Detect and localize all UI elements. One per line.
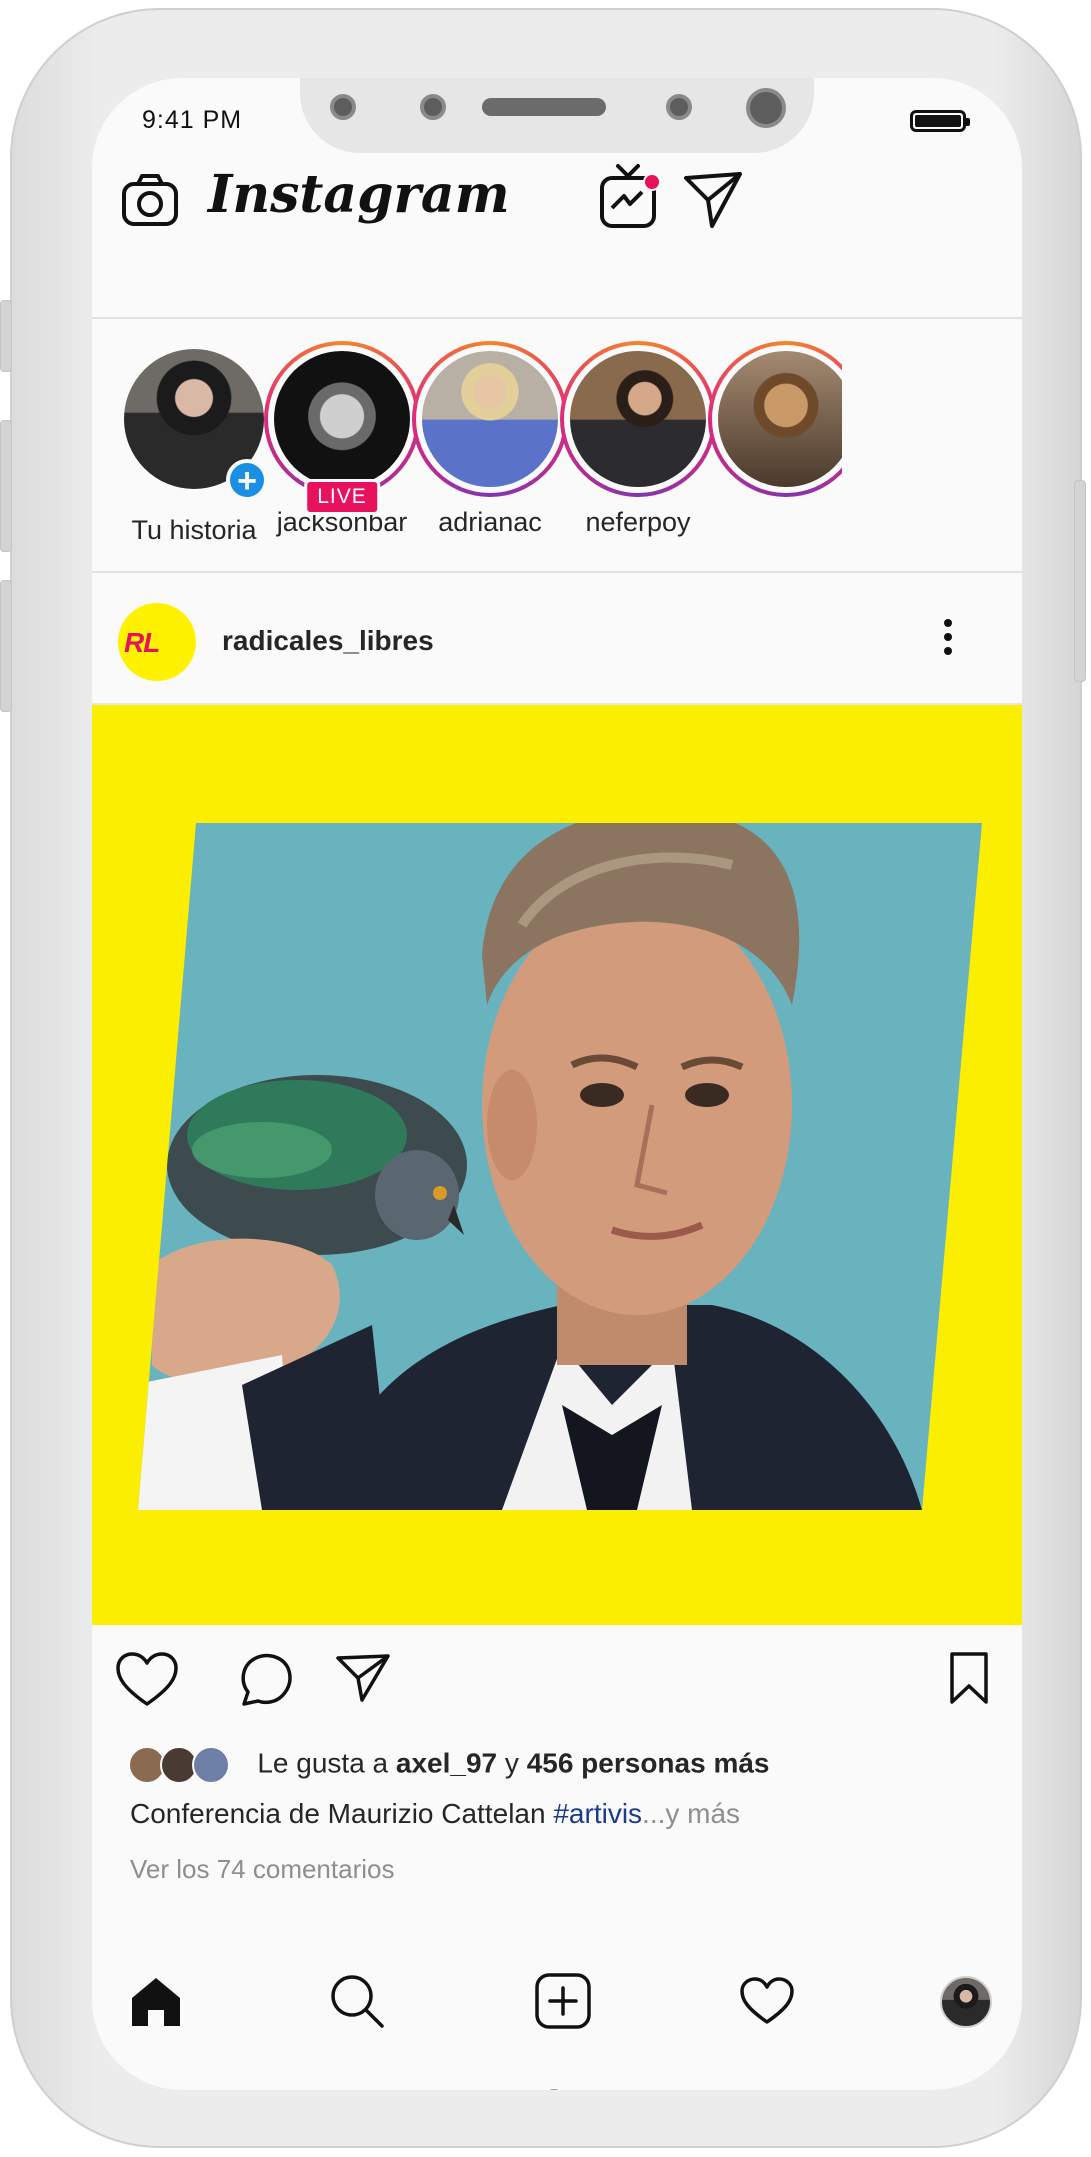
screen: 9:41 PM Instagram + Tu historia LIVE jac… <box>92 78 1022 2090</box>
profile-avatar[interactable] <box>940 1976 992 2028</box>
avatar <box>570 351 706 487</box>
story-ring <box>560 341 716 497</box>
likes-count[interactable]: 456 personas más <box>527 1747 770 1778</box>
share-icon[interactable] <box>334 1652 392 1704</box>
search-icon[interactable] <box>328 1972 386 2030</box>
activity-heart-icon[interactable] <box>738 1976 796 2026</box>
power-button <box>1074 480 1086 682</box>
like-heart-icon[interactable] <box>114 1650 180 1708</box>
home-circle-icon[interactable] <box>532 2088 576 2090</box>
story-username: Tu historia <box>131 515 257 545</box>
story-ring <box>708 341 842 497</box>
speaker-grille <box>482 98 606 116</box>
caption-hashtag[interactable]: #artivis <box>553 1798 642 1829</box>
post-actions <box>92 1625 1022 1815</box>
caption-more-link[interactable]: ...y más <box>642 1798 740 1829</box>
post-avatar[interactable]: RL <box>118 603 196 681</box>
avatar <box>422 351 558 487</box>
sensor-dot <box>330 94 356 120</box>
story-ring <box>412 341 568 497</box>
story-jacksonbar[interactable]: LIVE jacksonbar <box>258 341 426 538</box>
status-time: 9:41 PM <box>142 106 243 134</box>
likes-prefix: Le gusta a <box>257 1747 389 1779</box>
bookmark-icon[interactable] <box>946 1650 992 1706</box>
system-nav-bar <box>92 2063 1022 2090</box>
paper-plane-icon[interactable] <box>682 168 744 230</box>
volume-up-button <box>0 420 12 552</box>
post-caption: Conferencia de Maurizio Cattelan #artivi… <box>130 1798 740 1830</box>
new-post-icon[interactable] <box>534 1972 592 2030</box>
notch <box>300 78 814 153</box>
caption-text: Conferencia de Maurizio Cattelan <box>130 1798 546 1829</box>
story-ring: LIVE <box>264 341 420 515</box>
post-header: RL radicales_libres <box>92 573 1022 705</box>
live-badge: LIVE <box>304 479 380 515</box>
story-own[interactable]: + Tu historia <box>110 341 278 546</box>
camera-icon[interactable] <box>120 170 180 230</box>
avatar-logo-text: RL <box>124 627 160 658</box>
back-icon[interactable] <box>748 2088 788 2090</box>
story-username: adrianac <box>438 507 542 537</box>
post-photo <box>138 823 982 1510</box>
story-ring: + <box>116 349 272 505</box>
battery-icon <box>910 110 970 132</box>
comment-icon[interactable] <box>236 1650 294 1708</box>
instagram-wordmark: Instagram <box>208 164 510 225</box>
igtv-icon[interactable] <box>598 160 662 230</box>
more-options-icon[interactable] <box>942 617 954 657</box>
story-adrianac[interactable]: adrianac <box>406 341 574 538</box>
post-username[interactable]: radicales_libres <box>222 625 434 657</box>
stories-tray: + Tu historia LIVE jacksonbar adrianac n… <box>92 319 1022 573</box>
likes-connector: y <box>504 1747 519 1779</box>
mute-switch <box>0 300 12 372</box>
front-camera <box>746 88 786 128</box>
volume-down-button <box>0 580 12 712</box>
view-comments-link[interactable]: Ver los 74 comentarios <box>130 1854 394 1885</box>
avatar <box>274 351 410 487</box>
sensor-dot <box>666 94 692 120</box>
post-image[interactable] <box>92 705 1022 1625</box>
story-neferpoy[interactable]: neferpoy <box>554 341 722 538</box>
home-icon[interactable] <box>128 1976 184 2028</box>
story-next[interactable] <box>702 341 842 497</box>
likes-summary[interactable]: Le gusta a axel_97 y 456 personas más <box>128 1746 770 1784</box>
sensor-dot <box>420 94 446 120</box>
avatar <box>718 351 842 487</box>
story-username: neferpoy <box>585 507 691 537</box>
phone-frame: 9:41 PM Instagram + Tu historia LIVE jac… <box>0 8 1086 2148</box>
liker-avatar <box>191 1746 230 1784</box>
liked-by-user[interactable]: axel_97 <box>396 1747 497 1778</box>
